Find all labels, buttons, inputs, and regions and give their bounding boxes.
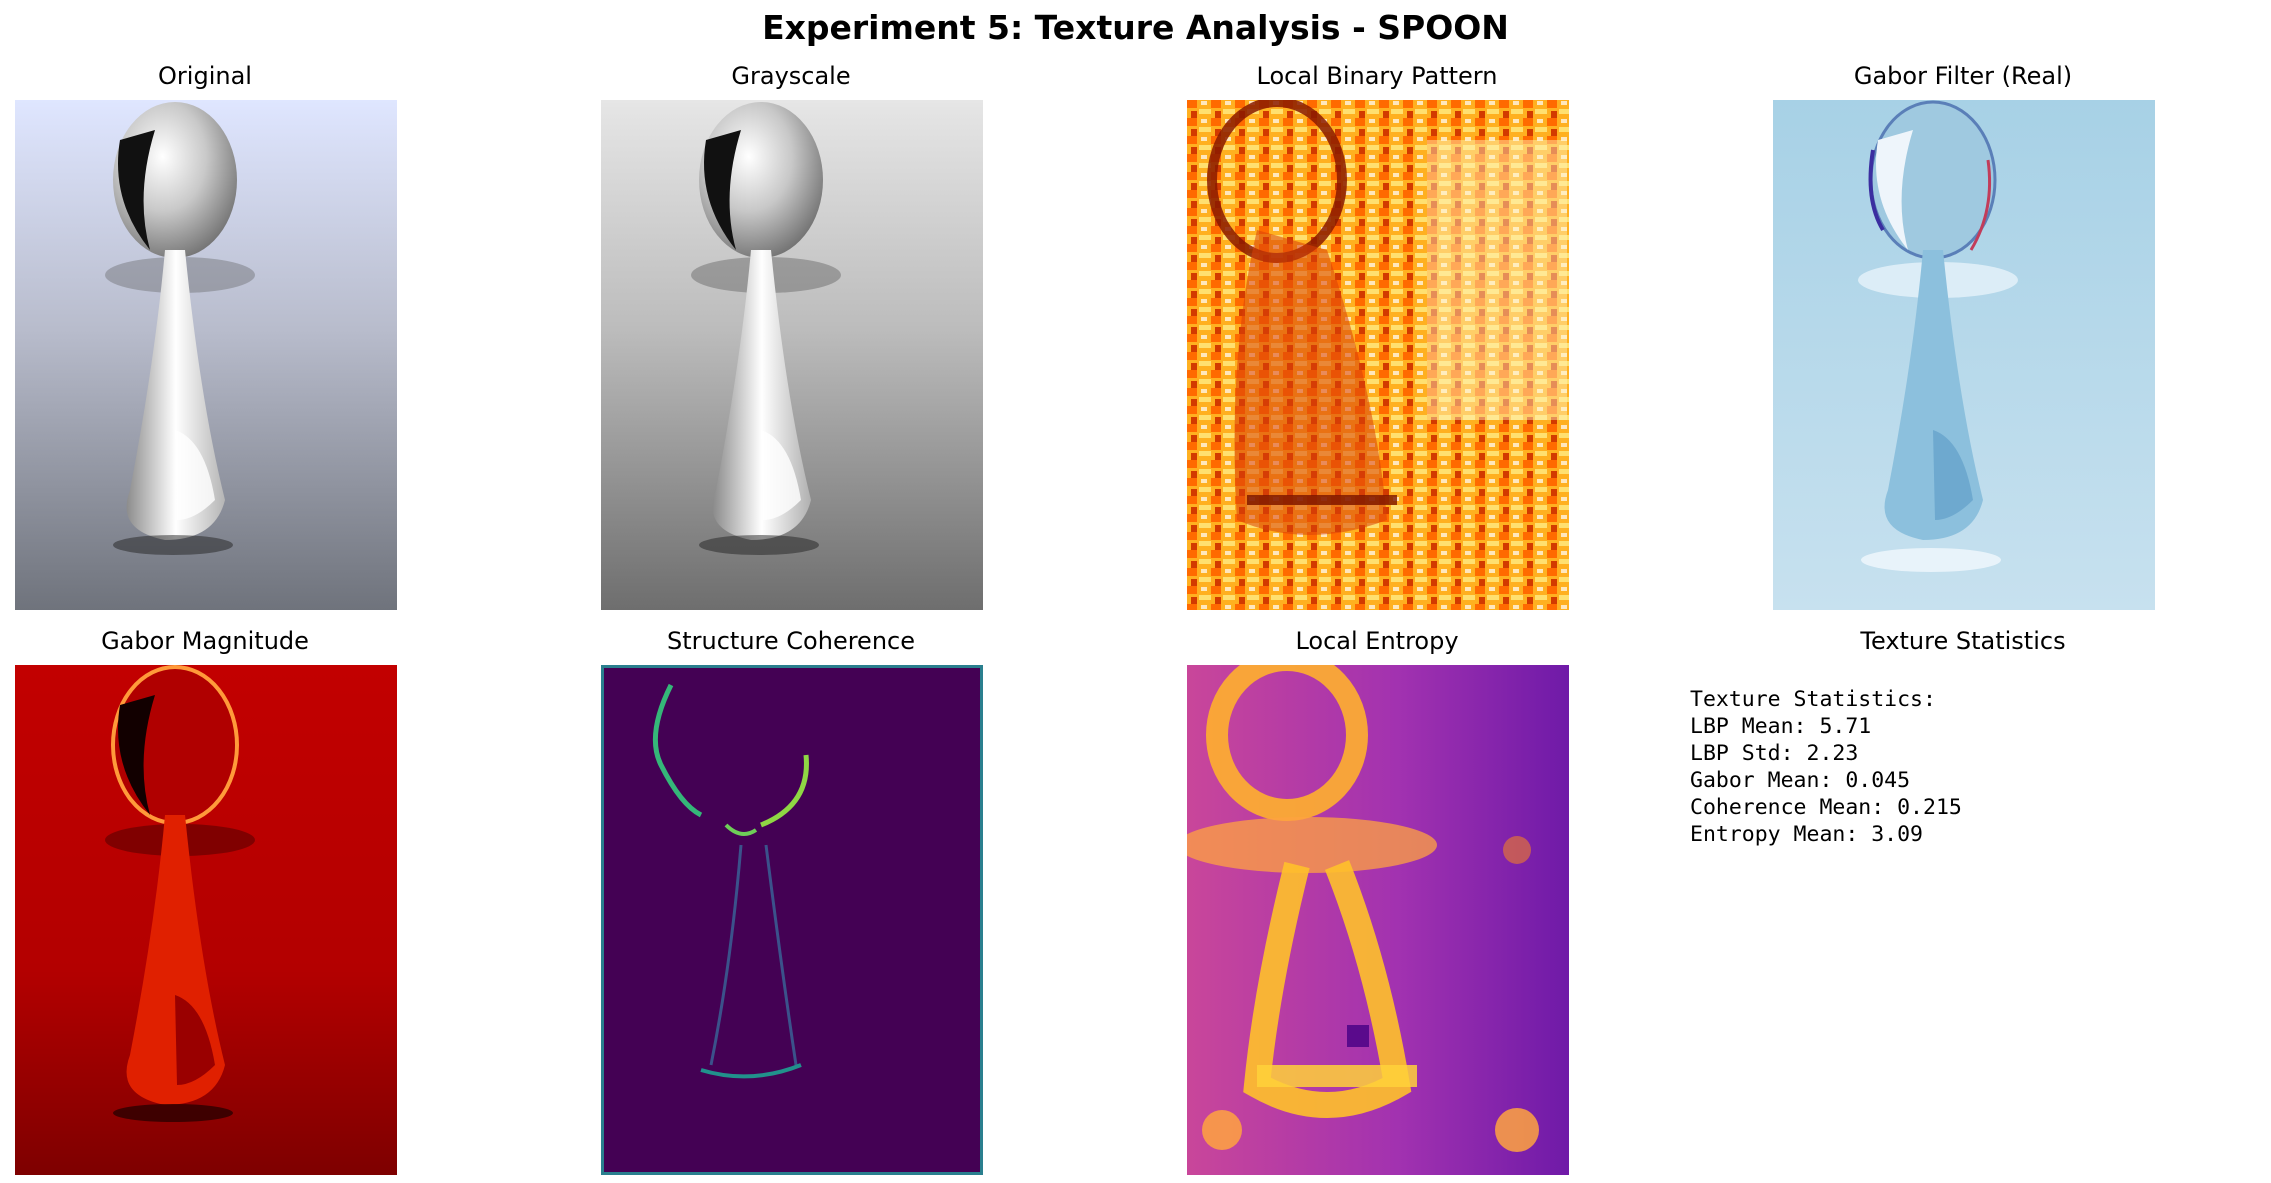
stats-line-lbp-mean: LBP Mean: 5.71 (1690, 714, 1872, 739)
stats-line-coherence-mean: Coherence Mean: 0.215 (1690, 795, 1962, 820)
stats-line-entropy-mean: Entropy Mean: 3.09 (1690, 822, 1923, 847)
gabor-real-map-icon (1773, 100, 2155, 610)
panel-title-entropy: Local Entropy (1295, 627, 1459, 655)
original-image-panel (15, 100, 397, 610)
grayscale-image-panel (601, 100, 983, 610)
panel-title-grayscale: Grayscale (731, 62, 851, 90)
gabor-magnitude-image-panel (15, 665, 397, 1175)
panel-title-gabor-magnitude: Gabor Magnitude (101, 627, 309, 655)
panel-title-coherence: Structure Coherence (667, 627, 915, 655)
lbp-heatmap-icon (1187, 100, 1569, 610)
spoon-photo-icon (15, 100, 397, 610)
entropy-image-panel (1187, 665, 1569, 1175)
texture-statistics-text: Texture Statistics: LBP Mean: 5.71 LBP Std… (1690, 686, 1962, 848)
stats-heading: Texture Statistics: (1690, 687, 1936, 712)
coherence-image-panel (601, 665, 983, 1175)
lbp-image-panel (1187, 100, 1569, 610)
panel-title-gabor-real: Gabor Filter (Real) (1853, 62, 2073, 90)
coherence-map-icon (601, 665, 983, 1175)
entropy-map-icon (1187, 665, 1569, 1175)
figure-title: Experiment 5: Texture Analysis - SPOON (762, 8, 1509, 47)
stats-line-gabor-mean: Gabor Mean: 0.045 (1690, 768, 1911, 793)
gabor-real-image-panel (1773, 100, 2155, 610)
panel-title-original: Original (158, 62, 252, 90)
spoon-grayscale-icon (601, 100, 983, 610)
stats-line-lbp-std: LBP Std: 2.23 (1690, 741, 1859, 766)
panel-title-stats: Texture Statistics (1860, 627, 2066, 655)
panel-title-lbp: Local Binary Pattern (1256, 62, 1498, 90)
gabor-magnitude-map-icon (15, 665, 397, 1175)
